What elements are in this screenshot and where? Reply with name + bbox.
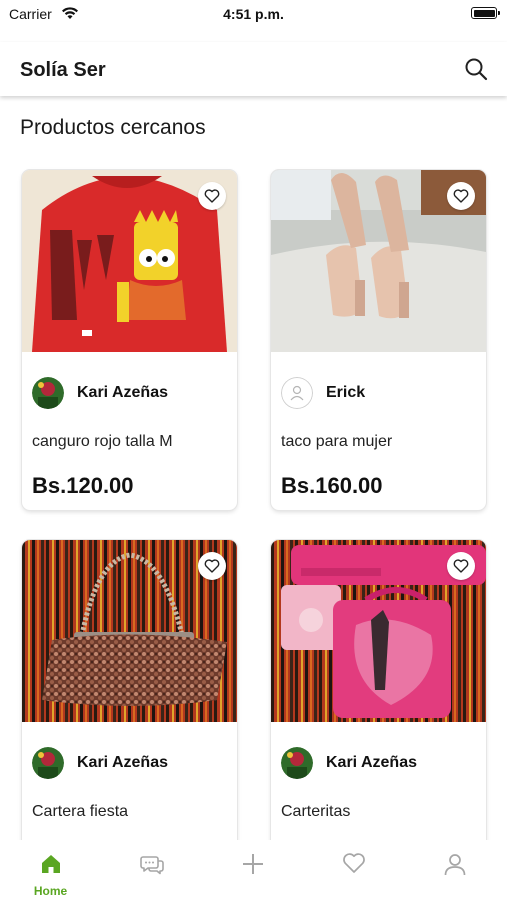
favorite-button[interactable]: [198, 182, 226, 210]
heart-icon: [204, 189, 220, 203]
section-title: Productos cercanos: [20, 116, 206, 139]
heart-icon: [453, 559, 469, 573]
tab-bar: Home: [0, 840, 507, 900]
product-title: taco para mujer: [281, 433, 393, 450]
product-card[interactable]: Kari Azeñas Carteritas: [271, 540, 486, 860]
app-header: Solía Ser: [0, 42, 507, 96]
favorite-button[interactable]: [447, 552, 475, 580]
product-card[interactable]: Kari Azeñas Cartera fiesta: [22, 540, 237, 860]
product-price: Bs.120.00: [32, 473, 134, 498]
seller-info[interactable]: Kari Azeñas: [32, 747, 168, 779]
seller-info[interactable]: Kari Azeñas: [281, 747, 417, 779]
tab-label-home: Home: [33, 884, 68, 898]
heart-icon: [204, 559, 220, 573]
seller-info[interactable]: Erick: [281, 377, 365, 409]
favorite-button[interactable]: [198, 552, 226, 580]
seller-info[interactable]: Kari Azeñas: [32, 377, 168, 409]
product-title: Cartera fiesta: [32, 803, 129, 820]
favorite-button[interactable]: [447, 182, 475, 210]
profile-icon: [444, 854, 465, 876]
seller-name: Kari Azeñas: [77, 754, 168, 771]
product-title: canguro rojo talla M: [32, 433, 173, 450]
search-button[interactable]: [463, 56, 489, 82]
app-title: Solía Ser: [20, 59, 106, 81]
product-card[interactable]: Erick taco para mujer Bs.160.00: [271, 170, 486, 510]
tab-chat[interactable]: [101, 840, 202, 900]
product-title: Carteritas: [281, 803, 351, 820]
seller-name: Kari Azeñas: [77, 384, 168, 401]
chat-icon: [139, 856, 164, 875]
avatar: [32, 747, 64, 779]
avatar: [281, 747, 313, 779]
avatar: [32, 377, 64, 409]
home-icon: [41, 855, 60, 873]
status-bar: Carrier 4:51 p.m.: [0, 0, 507, 28]
avatar: [281, 377, 313, 409]
seller-name: Erick: [326, 384, 366, 401]
seller-name: Kari Azeñas: [326, 754, 417, 771]
heart-icon: [453, 189, 469, 203]
tab-add[interactable]: [202, 840, 303, 900]
tab-home[interactable]: Home: [0, 840, 101, 900]
plus-icon: [242, 854, 263, 874]
battery-icon: [471, 7, 500, 19]
tab-favorites[interactable]: [303, 840, 404, 900]
search-icon: [465, 58, 488, 81]
clock: 4:51 p.m.: [223, 6, 284, 22]
heart-icon: [342, 853, 365, 873]
product-price: Bs.160.00: [281, 473, 383, 498]
product-card[interactable]: Kari Azeñas canguro rojo talla M Bs.120.…: [22, 170, 237, 510]
tab-profile[interactable]: [404, 840, 505, 900]
user-placeholder-icon: [281, 377, 313, 409]
